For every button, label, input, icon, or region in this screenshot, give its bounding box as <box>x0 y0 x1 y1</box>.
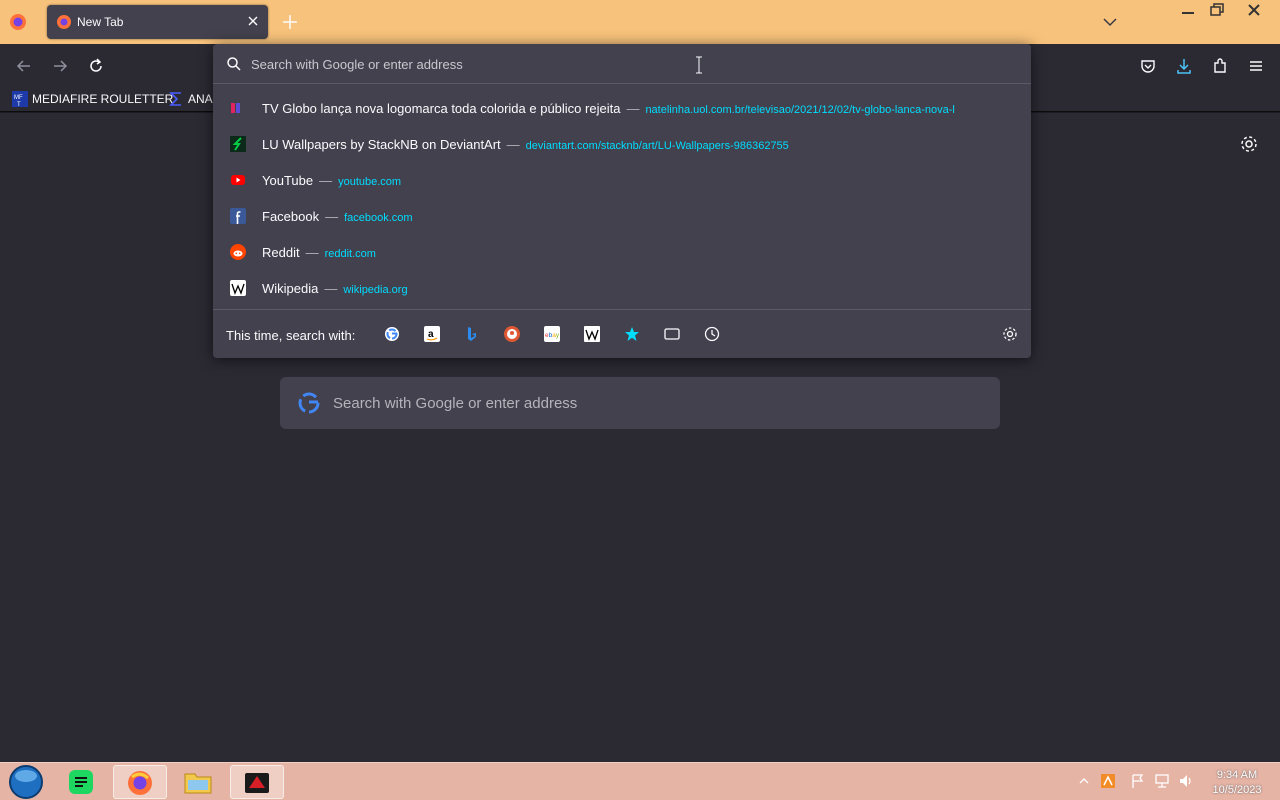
file-explorer-icon <box>184 773 212 794</box>
close-tab-icon[interactable] <box>246 14 260 28</box>
new-tab-plus-icon[interactable] <box>281 13 299 31</box>
back-icon[interactable] <box>13 55 35 77</box>
newtab-search-box[interactable]: Search with Google or enter address <box>280 377 1000 429</box>
urlbar-result[interactable]: LU Wallpapers by StackNB on DeviantArt — d… <box>213 126 1031 162</box>
search-settings-gear-icon[interactable] <box>1002 326 1018 342</box>
bookmark-label: ANA <box>188 92 213 106</box>
forward-icon[interactable] <box>49 55 71 77</box>
result-separator: — <box>325 209 339 224</box>
minimize-button[interactable] <box>1173 0 1203 20</box>
tab-new-tab[interactable]: New Tab <box>47 5 268 39</box>
svg-text:ebay: ebay <box>545 332 560 339</box>
result-url: wikipedia.org <box>343 284 408 296</box>
facebook-icon <box>230 208 246 224</box>
wikipedia-icon[interactable] <box>584 326 600 342</box>
close-window-icon <box>1248 4 1260 16</box>
result-title: Facebook <box>262 209 320 224</box>
media-app-icon <box>245 773 269 793</box>
google-icon[interactable] <box>384 326 400 342</box>
svg-text:T: T <box>17 102 21 107</box>
restore-button[interactable] <box>1202 0 1232 20</box>
amazon-icon[interactable]: a <box>424 326 440 342</box>
tabs-icon[interactable] <box>664 326 680 342</box>
bookmark-label: MEDIAFIRE ROULETTER <box>32 92 174 106</box>
result-url: deviantart.com/stacknb/art/LU-Wallpapers… <box>525 140 789 152</box>
reddit-icon <box>230 244 246 260</box>
tab-title: New Tab <box>77 15 124 29</box>
newtab-search-placeholder: Search with Google or enter address <box>333 395 578 412</box>
result-title: Wikipedia <box>262 281 319 296</box>
urlbar-result[interactable]: Facebook — facebook.com <box>213 198 1031 234</box>
search-icon <box>227 57 241 71</box>
text-cursor-icon <box>696 56 702 74</box>
start-orb-icon[interactable] <box>6 764 46 800</box>
title-bar: New Tab <box>0 0 1280 44</box>
taskbar-app-explorer[interactable] <box>172 765 226 799</box>
downloads-icon[interactable] <box>1173 55 1195 77</box>
restore-icon <box>1210 3 1224 16</box>
result-title: Reddit <box>262 245 300 260</box>
firefox-view-icon[interactable] <box>8 12 28 32</box>
bookmarks-star-icon[interactable] <box>624 326 640 342</box>
urlbar-result[interactable]: YouTube — youtube.com <box>213 162 1031 198</box>
urlbar-result[interactable]: TV Globo lança nova logomarca toda color… <box>213 90 1031 126</box>
ebay-icon[interactable]: ebay <box>544 326 560 342</box>
taskbar-app-firefox[interactable] <box>113 765 167 799</box>
result-separator: — <box>626 101 640 116</box>
sigma-icon <box>169 92 181 106</box>
notepad-icon <box>69 770 93 794</box>
mediafire-icon: MFT <box>12 91 28 107</box>
close-window-button[interactable] <box>1239 0 1269 20</box>
result-url: facebook.com <box>344 212 413 224</box>
taskbar: 9:34 AM 10/5/2023 <box>0 762 1280 800</box>
network-icon[interactable] <box>1154 773 1170 789</box>
clock-date: 10/5/2023 <box>1212 784 1262 796</box>
natelinha-icon <box>231 103 240 113</box>
minimize-icon <box>1182 12 1194 14</box>
result-url: youtube.com <box>338 176 402 188</box>
clock[interactable]: 9:34 AM 10/5/2023 <box>1200 768 1274 798</box>
show-hidden-icons-chevron-icon[interactable] <box>1076 773 1092 789</box>
wikipedia-icon <box>230 280 246 296</box>
bing-icon[interactable] <box>464 326 480 342</box>
firefox-icon <box>128 771 152 795</box>
result-separator: — <box>324 281 338 296</box>
volume-icon[interactable] <box>1178 773 1194 789</box>
svg-text:MF: MF <box>14 95 23 101</box>
duckduckgo-icon[interactable] <box>504 326 520 342</box>
youtube-icon <box>231 175 245 185</box>
clock-time: 9:34 AM <box>1216 769 1258 781</box>
list-all-tabs-chevron-icon[interactable] <box>1102 14 1118 30</box>
result-separator: — <box>506 137 520 152</box>
personalize-gear-icon[interactable] <box>1239 134 1259 154</box>
result-url: reddit.com <box>324 248 376 260</box>
result-title: TV Globo lança nova logomarca toda color… <box>262 101 621 116</box>
menu-icon[interactable] <box>1245 55 1267 77</box>
svg-text:a: a <box>428 329 434 340</box>
history-icon[interactable] <box>704 326 720 342</box>
one-off-search-bar: This time, search with: a ebay <box>213 309 1031 358</box>
result-separator: — <box>305 245 319 260</box>
urlbar-input[interactable]: Search with Google or enter address <box>213 44 1031 84</box>
tray-app-icon[interactable] <box>1100 773 1116 789</box>
deviantart-icon <box>230 136 246 152</box>
one-off-label: This time, search with: <box>226 328 356 343</box>
result-title: YouTube <box>262 173 314 188</box>
urlbar-result[interactable]: Wikipedia — wikipedia.org <box>213 270 1031 306</box>
pocket-icon[interactable] <box>1137 55 1159 77</box>
result-title: LU Wallpapers by StackNB on DeviantArt <box>262 137 501 152</box>
urlbar-result[interactable]: Reddit — reddit.com <box>213 234 1031 270</box>
action-center-flag-icon[interactable] <box>1130 773 1146 789</box>
result-url: natelinha.uol.com.br/televisao/2021/12/0… <box>645 104 955 116</box>
google-icon <box>298 392 320 414</box>
reload-icon[interactable] <box>85 55 107 77</box>
extensions-icon[interactable] <box>1209 55 1231 77</box>
urlbar-placeholder: Search with Google or enter address <box>251 57 463 72</box>
result-separator: — <box>319 173 333 188</box>
firefox-tab-icon <box>57 15 71 29</box>
taskbar-app-notepad[interactable] <box>55 765 109 799</box>
taskbar-app-media[interactable] <box>230 765 284 799</box>
urlbar-popup: Search with Google or enter address TV G… <box>213 44 1031 358</box>
